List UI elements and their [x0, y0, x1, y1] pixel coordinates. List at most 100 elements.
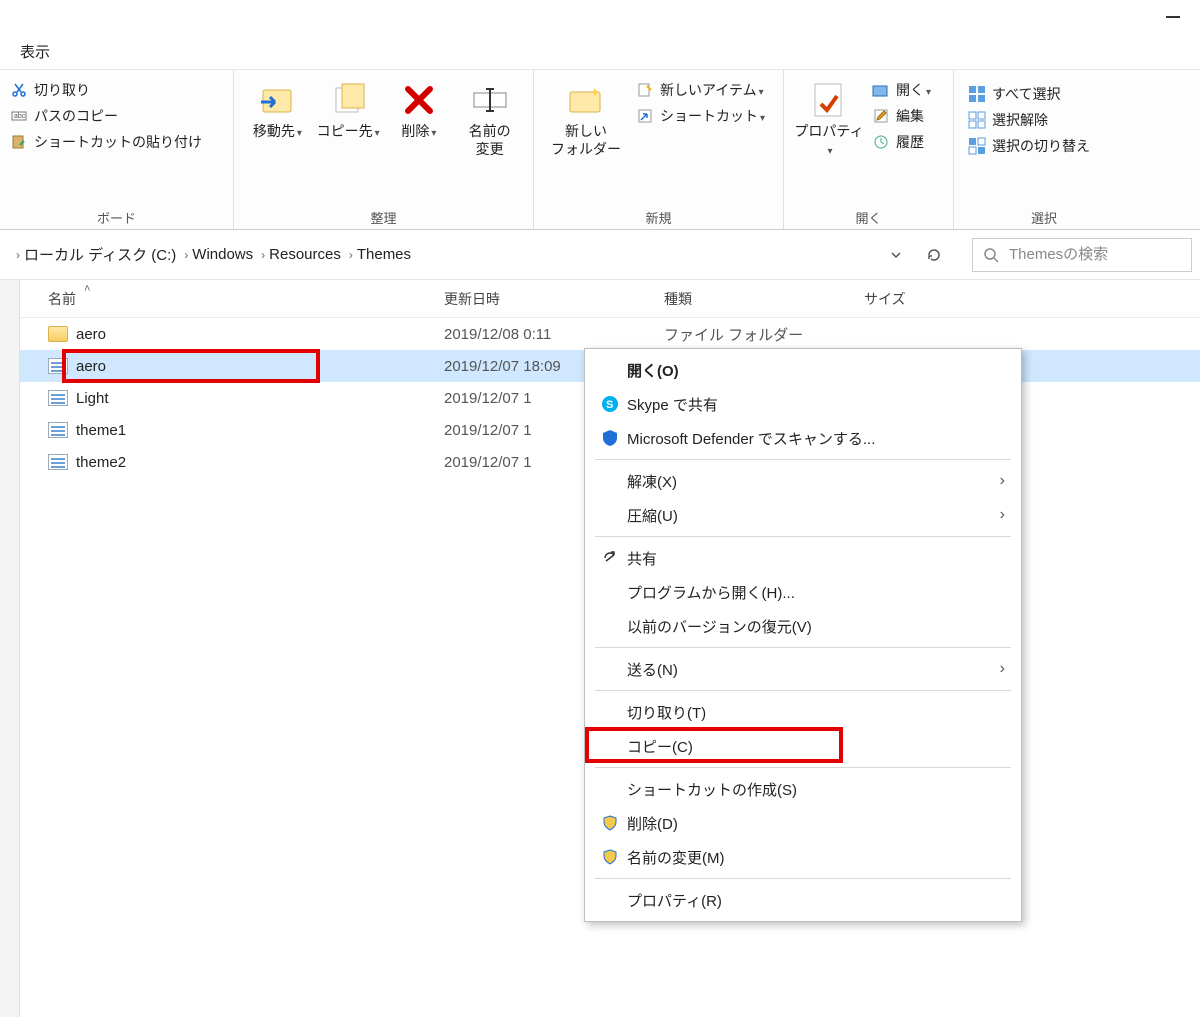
ctx-prev-versions[interactable]: 以前のバージョンの復元(V): [585, 609, 1021, 643]
column-header-label: 名前: [48, 289, 76, 309]
invert-selection-icon: [968, 137, 986, 155]
chevron-right-icon: ›: [16, 248, 20, 262]
ctx-label: 圧縮(U): [623, 505, 1000, 526]
edit-button[interactable]: 編集: [872, 106, 931, 126]
select-none-label: 選択解除: [992, 110, 1048, 130]
ctx-label: Skype で共有: [623, 394, 1005, 415]
new-folder-icon: [566, 80, 606, 120]
select-all-button[interactable]: すべて選択: [968, 84, 1090, 104]
new-item-button[interactable]: 新しいアイテム: [636, 80, 765, 100]
new-item-label: 新しいアイテム: [660, 80, 764, 100]
theme-file-icon: [48, 358, 68, 374]
ctx-share[interactable]: 共有: [585, 541, 1021, 575]
ctx-compress[interactable]: 圧縮(U) ›: [585, 498, 1021, 532]
scissors-icon: [10, 81, 28, 99]
ribbon-group-organize: 移動先 コピー先 削除 名前の 変更 整理: [234, 70, 534, 229]
shortcut-icon: [636, 107, 654, 125]
ctx-open-with[interactable]: プログラムから開く(H)...: [585, 575, 1021, 609]
refresh-button[interactable]: [920, 241, 948, 269]
file-list: 名前 ˄ 更新日時 種類 サイズ aero2019/12/08 0:11ファイル…: [20, 280, 1200, 1017]
ctx-cut[interactable]: 切り取り(T): [585, 695, 1021, 729]
search-input[interactable]: [1007, 245, 1200, 264]
new-folder-button[interactable]: 新しい フォルダー: [542, 76, 630, 204]
ctx-delete[interactable]: 削除(D): [585, 806, 1021, 840]
nav-pane-edge: [0, 280, 20, 1017]
ctx-rename[interactable]: 名前の変更(M): [585, 840, 1021, 874]
svg-text:abc: abc: [14, 113, 26, 120]
paste-shortcut-icon: [10, 133, 28, 151]
cut-button[interactable]: 切り取り: [10, 80, 202, 100]
move-to-label: 移動先: [253, 122, 302, 140]
share-icon: [597, 549, 623, 567]
copy-path-icon: abc: [10, 107, 28, 125]
history-label: 履歴: [896, 132, 924, 152]
column-header-date[interactable]: 更新日時: [444, 289, 664, 309]
copy-to-button[interactable]: コピー先: [313, 76, 384, 204]
shield-icon: [597, 849, 623, 865]
properties-icon: [809, 80, 849, 120]
ctx-skype-share[interactable]: S Skype で共有: [585, 387, 1021, 421]
copy-path-button[interactable]: abc パスのコピー: [10, 106, 202, 126]
breadcrumb-segment[interactable]: Resources: [269, 246, 341, 263]
rename-button[interactable]: 名前の 変更: [454, 76, 525, 204]
ribbon-group-label: 新規: [542, 204, 775, 227]
edit-label: 編集: [896, 106, 924, 126]
history-button[interactable]: 履歴: [872, 132, 931, 152]
ctx-defender-scan[interactable]: Microsoft Defender でスキャンする...: [585, 421, 1021, 455]
ctx-label: 共有: [623, 548, 1005, 569]
breadcrumb-dropdown-button[interactable]: [882, 241, 910, 269]
ctx-extract[interactable]: 解凍(X) ›: [585, 464, 1021, 498]
folder-icon: [48, 326, 68, 342]
copy-to-label: コピー先: [317, 122, 380, 140]
ctx-copy[interactable]: コピー(C): [585, 729, 1021, 763]
paste-shortcut-label: ショートカットの貼り付け: [34, 132, 202, 152]
ctx-label: Microsoft Defender でスキャンする...: [623, 428, 1005, 449]
column-header-type[interactable]: 種類: [664, 289, 864, 309]
ctx-label: コピー(C): [623, 736, 1005, 757]
chevron-right-icon: ›: [1000, 472, 1005, 490]
invert-selection-button[interactable]: 選択の切り替え: [968, 136, 1090, 156]
file-name-cell: theme1: [48, 422, 444, 439]
ctx-label: 切り取り(T): [623, 702, 1005, 723]
breadcrumb-segment[interactable]: Windows: [192, 246, 253, 263]
ribbon-group-select: すべて選択 選択解除 選択の切り替え 選択: [954, 70, 1134, 229]
file-name-label: aero: [76, 358, 106, 375]
move-to-icon: [257, 80, 297, 120]
ribbon: 切り取り abc パスのコピー ショートカットの貼り付け ボード: [0, 70, 1200, 230]
chevron-right-icon: ›: [184, 248, 188, 262]
history-icon: [872, 133, 890, 151]
column-header-name[interactable]: 名前 ˄: [48, 289, 444, 309]
open-button[interactable]: 開く: [872, 80, 931, 100]
minimize-button[interactable]: [1166, 16, 1180, 18]
properties-button[interactable]: プロパティ: [792, 76, 866, 204]
file-name-cell: aero: [48, 326, 444, 343]
skype-icon: S: [597, 395, 623, 413]
ctx-properties[interactable]: プロパティ(R): [585, 883, 1021, 917]
ctx-open[interactable]: 開く(O): [585, 353, 1021, 387]
file-area: 名前 ˄ 更新日時 種類 サイズ aero2019/12/08 0:11ファイル…: [0, 280, 1200, 1017]
delete-button[interactable]: 削除: [384, 76, 455, 204]
copy-path-label: パスのコピー: [34, 106, 118, 126]
ctx-create-shortcut[interactable]: ショートカットの作成(S): [585, 772, 1021, 806]
delete-x-icon: [399, 80, 439, 120]
search-box[interactable]: [972, 238, 1192, 272]
move-to-button[interactable]: 移動先: [242, 76, 313, 204]
file-name-cell: theme2: [48, 454, 444, 471]
chevron-right-icon: ›: [1000, 660, 1005, 678]
ctx-label: 解凍(X): [623, 471, 1000, 492]
table-row[interactable]: aero2019/12/08 0:11ファイル フォルダー: [20, 318, 1200, 350]
menu-view[interactable]: 表示: [20, 41, 50, 62]
sort-asc-icon: ˄: [84, 283, 90, 295]
menu-bar: 表示: [0, 34, 1200, 70]
ctx-send-to[interactable]: 送る(N) ›: [585, 652, 1021, 686]
open-label: 開く: [896, 80, 931, 100]
breadcrumb-segment[interactable]: Themes: [357, 246, 411, 263]
paste-shortcut-button[interactable]: ショートカットの貼り付け: [10, 132, 202, 152]
breadcrumb-segment[interactable]: ローカル ディスク (C:): [24, 244, 176, 265]
select-none-button[interactable]: 選択解除: [968, 110, 1090, 130]
column-header-size[interactable]: サイズ: [864, 289, 984, 309]
new-shortcut-button[interactable]: ショートカット: [636, 106, 765, 126]
ctx-separator: [595, 767, 1011, 768]
breadcrumb[interactable]: › ローカル ディスク (C:)› Windows› Resources› Th…: [8, 238, 882, 272]
ctx-label: ショートカットの作成(S): [623, 779, 1005, 800]
